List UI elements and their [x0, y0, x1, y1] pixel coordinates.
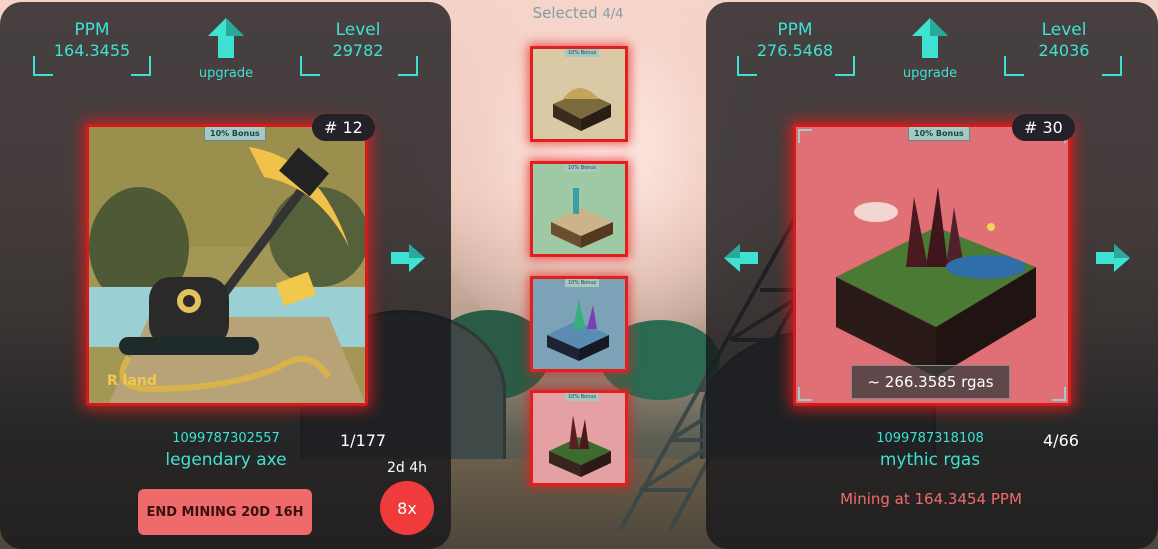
ppm-bracket — [33, 56, 151, 76]
nft-card-axe[interactable]: 10% Bonus R land — [86, 124, 368, 406]
level-label: Level — [1041, 20, 1087, 40]
rgas-value-badge: ~ 266.3585 rgas — [851, 365, 1010, 399]
card-id: 1099787318108 — [876, 431, 984, 446]
card-corner — [798, 387, 812, 401]
level-bracket — [300, 56, 418, 76]
card-count: 1/177 — [340, 431, 387, 450]
card-corner — [1052, 387, 1066, 401]
rgas-land-artwork — [796, 127, 1068, 403]
level-label: Level — [335, 20, 381, 40]
nft-card-rgas[interactable]: 10% Bonus — [793, 124, 1071, 406]
selected-count: 4/4 — [602, 7, 624, 22]
card-count: 4/66 — [1043, 431, 1079, 450]
next-arrow-icon[interactable] — [1096, 244, 1130, 272]
thumb-bonus: 10% Bonus — [565, 49, 600, 57]
thumb-bonus: 10% Bonus — [565, 279, 600, 287]
upgrade-label: upgrade — [198, 66, 254, 81]
next-arrow-icon[interactable] — [391, 244, 425, 272]
land-thumbnail-art — [547, 299, 609, 361]
upgrade-label: upgrade — [902, 66, 958, 81]
land-thumbnail-art — [553, 88, 611, 131]
card-number-badge: # 30 — [1012, 114, 1075, 141]
ppm-label: PPM — [74, 20, 110, 40]
card-corner — [798, 129, 812, 143]
thumbnail-2[interactable]: 10% Bonus — [530, 161, 628, 257]
selected-label: Selected — [532, 4, 598, 22]
card-name: mythic rgas — [879, 450, 981, 470]
upgrade-arrow-icon — [912, 18, 948, 58]
level-bracket — [1004, 56, 1122, 76]
prev-arrow-icon[interactable] — [724, 244, 758, 272]
bonus-badge: 10% Bonus — [908, 127, 970, 141]
rland-logo: R land — [107, 373, 157, 389]
axe-artwork — [89, 127, 365, 403]
mining-status: Mining at 164.3454 PPM — [840, 490, 1022, 508]
land-thumbnail-art — [549, 415, 611, 477]
card-name: legendary axe — [165, 450, 287, 470]
ppm-label: PPM — [777, 20, 813, 40]
upgrade-button[interactable]: upgrade — [890, 16, 970, 81]
thumbnail-4[interactable]: 10% Bonus — [530, 390, 628, 486]
timer-label: 2d 4h — [387, 460, 428, 476]
upgrade-arrow-icon — [208, 18, 244, 58]
selected-counter: Selected 4/4 — [480, 4, 676, 22]
upgrade-button[interactable]: upgrade — [186, 16, 266, 81]
card-id: 1099787302557 — [172, 431, 280, 446]
ppm-bracket — [737, 56, 855, 76]
thumbnail-1[interactable]: 10% Bonus — [530, 46, 628, 142]
land-thumbnail-art — [551, 188, 613, 248]
end-mining-button[interactable]: END MINING 20D 16H — [138, 489, 312, 535]
thumb-bonus: 10% Bonus — [565, 164, 600, 172]
multiplier-badge[interactable]: 8x — [380, 481, 434, 535]
thumbnail-3[interactable]: 10% Bonus — [530, 276, 628, 372]
bonus-badge: 10% Bonus — [204, 127, 266, 141]
thumb-bonus: 10% Bonus — [565, 393, 600, 401]
card-number-badge: # 12 — [312, 114, 375, 141]
